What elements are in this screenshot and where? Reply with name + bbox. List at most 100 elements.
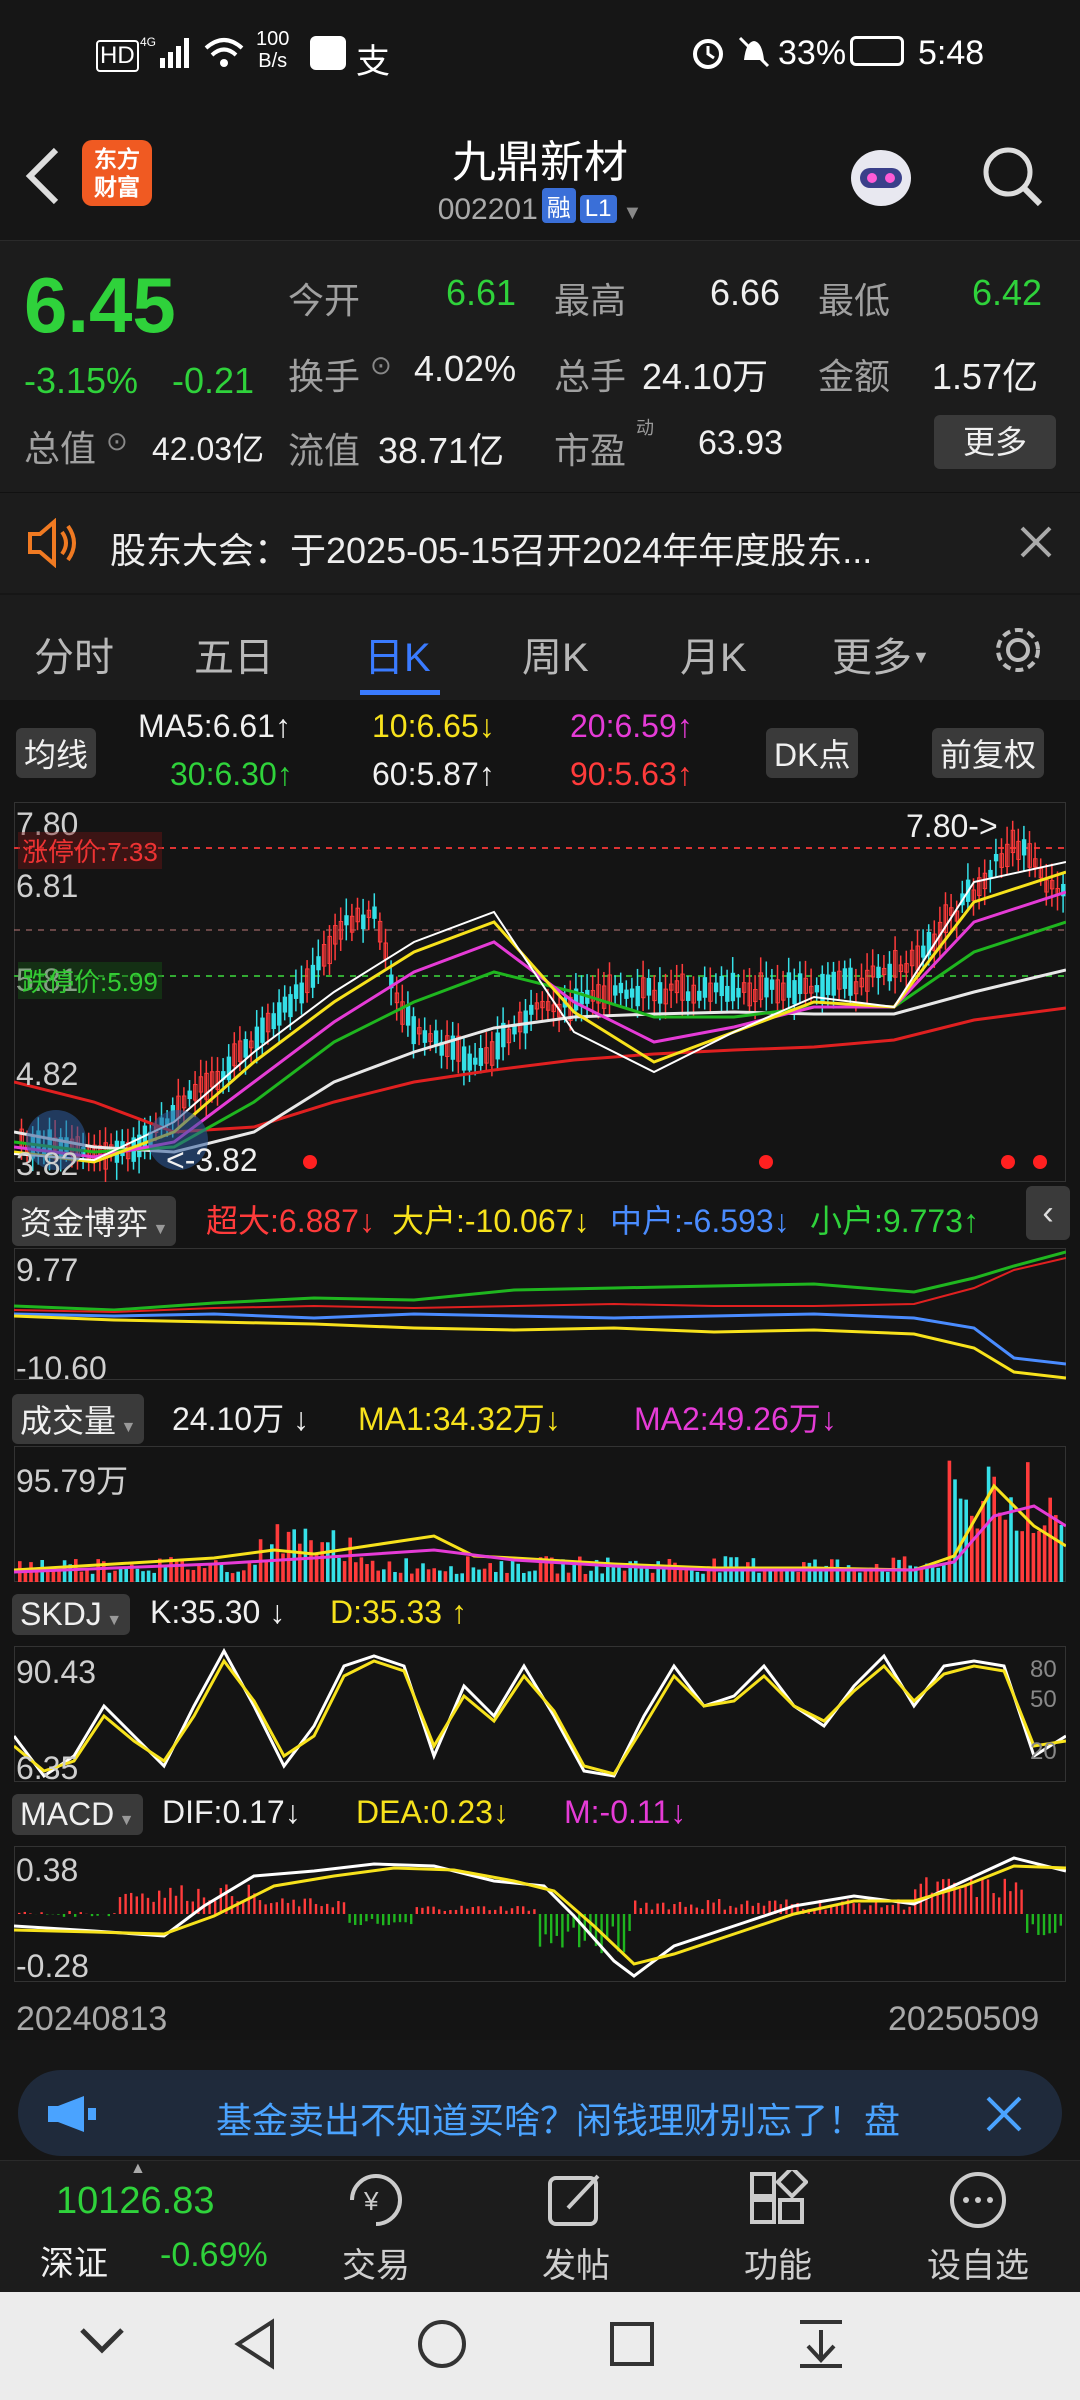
tab-intraday[interactable]: 分时 [34,625,114,683]
search-icon[interactable] [980,144,1044,213]
functions-icon[interactable] [748,2165,809,2235]
fund-flow-chart[interactable] [14,1248,1066,1380]
tab-five-day[interactable]: 五日 [194,625,274,683]
skdj-ref-20: 20 [1030,1738,1057,1765]
more-button[interactable]: 更多 [934,415,1056,469]
macd-bar [337,1901,340,1914]
candle-body [786,972,792,998]
low-value: 6.42 [972,272,1043,313]
volume-bar [516,1563,520,1582]
add-watchlist-button[interactable]: 设自选 [898,2238,1058,2287]
volume-bar [264,1561,268,1582]
macd-bar [281,1898,284,1914]
index-value[interactable]: 10126.83 [56,2180,215,2223]
close-icon[interactable] [1018,524,1054,565]
volume-bar [981,1500,985,1582]
last-price: 6.45 [24,261,176,349]
macd-bar [163,1897,166,1914]
ma60-label: 60:5.87↑ [372,756,495,792]
tab-more[interactable]: 更多▼ [832,625,930,683]
ma-selector[interactable]: 均线 [16,728,97,778]
tab-monthly-k[interactable]: 月K [680,625,747,683]
volume-bar [606,1557,610,1582]
wifi-icon [204,36,244,73]
macd-bar [958,1889,962,1914]
index-change[interactable]: -0.69% [160,2236,268,2275]
close-icon[interactable] [984,2094,1024,2139]
volume-bar [555,1573,560,1582]
candlestick-chart[interactable] [14,802,1066,1182]
macd-bar [488,1910,491,1914]
macd-bar [275,1902,278,1914]
recents-nav-icon[interactable] [608,2320,656,2373]
adjust-button[interactable]: 前复权 [932,728,1045,778]
macd-bar [214,1900,217,1914]
open-value: 6.61 [446,272,517,313]
back-nav-icon[interactable] [232,2318,280,2375]
candle-body [887,963,892,982]
macd-bar [186,1900,189,1914]
volume-bar [454,1573,459,1582]
banner-text[interactable]: 基金卖出不知道买啥？闲钱理财别忘了！盘 [216,2092,900,2144]
macd-bar [303,1898,306,1914]
trade-icon[interactable]: ¥ [342,2170,408,2235]
candle-body [243,1039,248,1058]
volume-bar [57,1570,61,1582]
tab-daily-k[interactable]: 日K [364,625,431,683]
info-icon[interactable]: ⊙ [106,426,128,457]
volume-bar [202,1568,207,1582]
trade-button[interactable]: 交易 [296,2238,456,2287]
macd-bar [622,1914,626,1953]
macd-bar [354,1914,357,1925]
robot-assistant-icon[interactable] [846,138,916,210]
tab-weekly-k[interactable]: 周K [522,625,589,683]
network-speed: 100 B/s [256,28,290,72]
macd-selector[interactable]: MACD ▼ [12,1794,143,1835]
post-icon[interactable] [546,2170,606,2235]
macd-bar [298,1906,301,1914]
settings-gear-icon[interactable] [990,622,1046,683]
fund-flow-selector[interactable]: 资金博弈 ▼ [12,1196,177,1246]
volume-bar [522,1572,526,1582]
macd-chart[interactable] [14,1846,1066,1982]
macd-bar [415,1907,418,1914]
volume-bar [942,1563,946,1582]
volume-bar [337,1557,341,1582]
functions-button[interactable]: 功能 [698,2238,858,2287]
volume-bar [124,1567,128,1582]
volume-bar [488,1563,492,1582]
home-nav-icon[interactable] [416,2318,468,2375]
macd-bar [746,1900,749,1914]
ma90-label: 90:5.63↑ [570,756,693,792]
stock-code-row[interactable]: 002201 融 L1 ▼ [0,188,1080,227]
change-percent: -3.15% [24,360,139,401]
macd-bar [96,1914,99,1916]
small-flow: 小户:9.773↑ [810,1203,979,1239]
open-label: 今开 [288,280,361,321]
macd-bar [1054,1914,1057,1933]
volume-selector[interactable]: 成交量 ▼ [12,1394,145,1444]
collapse-arrow-icon[interactable]: ‹ [1026,1186,1070,1240]
macd-bar [107,1914,110,1917]
candle-body [848,967,853,996]
info-icon[interactable]: ⊙ [370,350,392,381]
chevron-down-icon[interactable] [78,2322,126,2363]
notice-text[interactable]: 股东大会：于2025-05-15召开2024年年度股东... [110,522,872,574]
macd-bar [477,1906,480,1914]
macd-bar [219,1888,222,1914]
volume-chart[interactable] [14,1446,1066,1582]
post-button[interactable]: 发帖 [496,2238,656,2287]
notification-pull-icon[interactable] [796,2318,846,2375]
skdj-selector[interactable]: SKDJ ▼ [12,1594,131,1635]
index-name[interactable]: 深证 [40,2236,108,2285]
macd-bar [449,1910,452,1914]
dk-point-button[interactable]: DK点 [766,728,859,778]
candle-body [467,1053,472,1071]
skdj-chart[interactable] [14,1646,1066,1782]
watchlist-icon[interactable] [948,2170,1008,2235]
volume-bar [370,1560,375,1582]
amount-label: 金额 [818,356,891,397]
volume-bar [113,1570,117,1582]
stock-code: 002201 [437,193,538,226]
macd-bar [880,1907,883,1914]
